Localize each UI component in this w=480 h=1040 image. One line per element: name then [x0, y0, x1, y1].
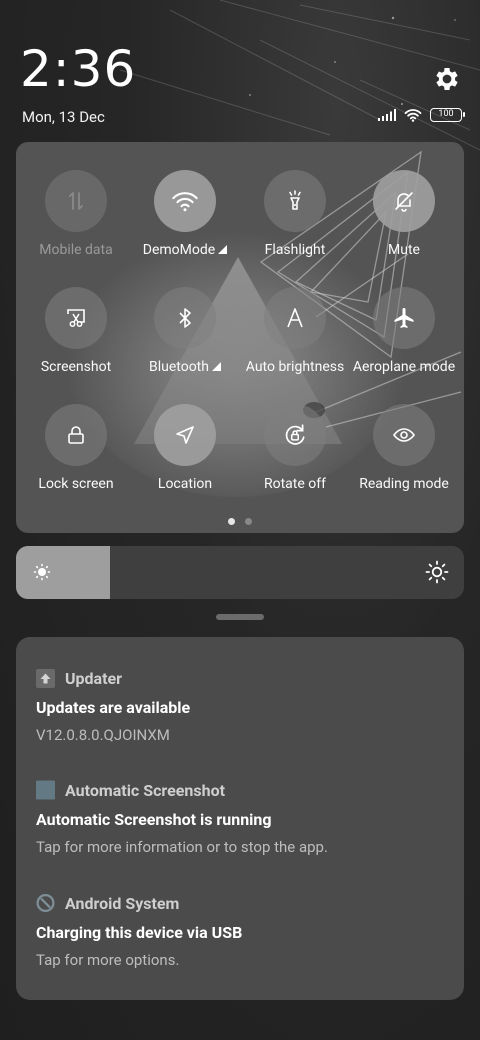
wifi-status-icon: [404, 109, 422, 122]
tile-label-location: Location: [157, 476, 213, 492]
notification-app-name: Android System: [65, 893, 180, 913]
tile-demomode-wifi[interactable]: DemoMode: [130, 170, 240, 258]
brightness-low-icon: [33, 563, 51, 581]
auto-brightness-icon: [287, 308, 303, 328]
signal-icon: [378, 109, 396, 121]
airplane-icon: [394, 308, 414, 328]
tile-label-bluetooth: Bluetooth: [149, 359, 209, 375]
drag-handle[interactable]: [216, 614, 264, 620]
rotate-lock-icon: [285, 424, 305, 445]
page-dot-2[interactable]: [245, 518, 252, 525]
tile-label-mobile-data: Mobile data: [39, 242, 113, 258]
notification-android-system[interactable]: Android System Charging this device via …: [36, 892, 446, 970]
flashlight-icon: [289, 190, 301, 210]
lock-icon: [68, 426, 84, 444]
status-bar-icons: 100: [378, 108, 465, 122]
tile-rotate-off[interactable]: Rotate off: [240, 404, 350, 492]
notification-body: V12.0.8.0.QJOINXM: [36, 726, 170, 744]
page-dot-1[interactable]: [228, 518, 235, 525]
wifi-icon: [172, 192, 198, 212]
tile-label-reading-mode: Reading mode: [359, 476, 449, 492]
tile-reading-mode[interactable]: Reading mode: [349, 404, 459, 492]
eye-icon: [393, 428, 415, 442]
notification-app-name: Updater: [65, 668, 123, 688]
tile-label-screenshot: Screenshot: [40, 359, 112, 375]
notification-title: Charging this device via USB: [36, 923, 243, 942]
tile-label-aeroplane-mode: Aeroplane mode: [352, 359, 456, 375]
tile-lock-screen[interactable]: Lock screen: [21, 404, 131, 492]
clock-time: 2:36: [20, 40, 137, 98]
tile-location[interactable]: Location: [130, 404, 240, 492]
tile-label-rotate-off: Rotate off: [263, 476, 326, 492]
auto-screenshot-app-icon: [36, 780, 55, 800]
tile-bluetooth[interactable]: Bluetooth: [130, 287, 240, 375]
expand-corner-icon: [211, 362, 221, 371]
android-system-icon: [36, 893, 55, 913]
expand-corner-icon: [218, 245, 228, 254]
mobile-data-icon: [69, 192, 83, 210]
battery-indicator: 100: [430, 108, 465, 122]
tile-screenshot[interactable]: Screenshot: [21, 287, 131, 375]
notification-automatic-screenshot[interactable]: Automatic Screenshot Automatic Screensho…: [36, 779, 446, 856]
brightness-fill: [16, 546, 111, 599]
quick-settings-panel: Mobile data DemoMode Flashlight Mute Scr…: [16, 142, 464, 533]
notification-title: Updates are available: [36, 698, 191, 717]
tile-mobile-data[interactable]: Mobile data: [21, 170, 131, 258]
tile-aeroplane-mode[interactable]: Aeroplane mode: [349, 287, 459, 375]
tile-label-lock-screen: Lock screen: [38, 476, 114, 492]
tile-label-flashlight: Flashlight: [264, 242, 326, 258]
notification-body: Tap for more options.: [36, 951, 180, 969]
settings-gear-icon[interactable]: [432, 64, 462, 94]
tile-mute[interactable]: Mute: [349, 170, 459, 258]
page-indicator: [16, 518, 464, 525]
bell-off-icon: [395, 192, 413, 212]
tile-label-auto-brightness: Auto brightness: [245, 359, 345, 375]
tile-label-mute: Mute: [388, 242, 420, 258]
notification-updater[interactable]: Updater Updates are available V12.0.8.0.…: [36, 667, 446, 744]
notification-body: Tap for more information or to stop the …: [36, 838, 328, 856]
date-label: Mon, 13 Dec: [22, 108, 105, 126]
tile-flashlight[interactable]: Flashlight: [240, 170, 350, 258]
tile-auto-brightness[interactable]: Auto brightness: [240, 287, 350, 375]
brightness-slider[interactable]: [16, 546, 464, 599]
tile-label-demomode: DemoMode: [142, 242, 216, 258]
updater-icon: [36, 668, 55, 688]
bluetooth-icon: [179, 308, 191, 328]
brightness-high-icon: [425, 560, 449, 584]
notification-title: Automatic Screenshot is running: [36, 810, 272, 829]
notification-panel: Updater Updates are available V12.0.8.0.…: [16, 637, 464, 1000]
location-icon: [176, 426, 194, 444]
screenshot-icon: [67, 309, 85, 327]
notification-app-name: Automatic Screenshot: [65, 780, 226, 800]
